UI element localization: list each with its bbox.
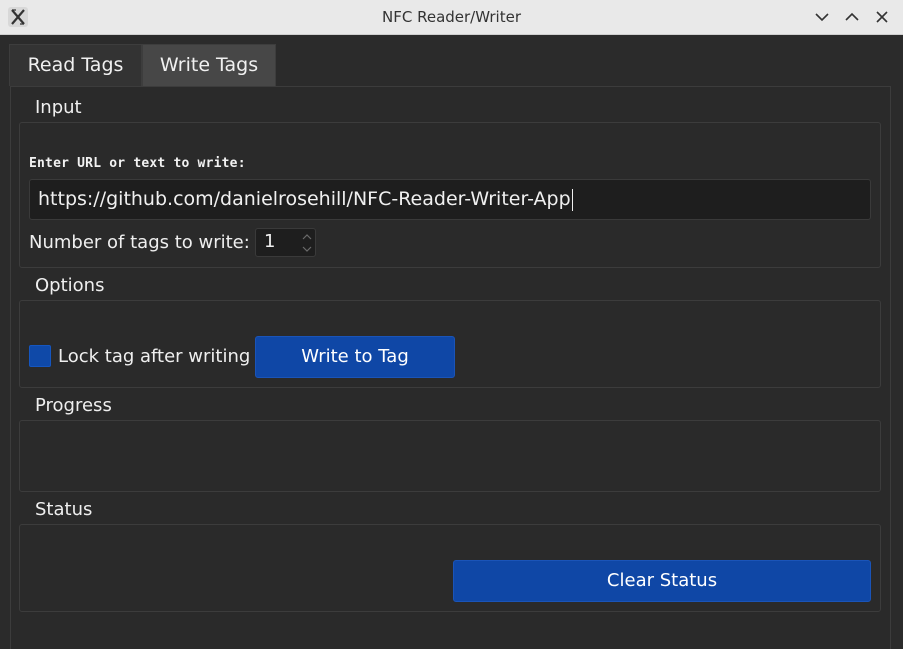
chevron-up-icon[interactable] xyxy=(843,8,861,26)
write-to-tag-button[interactable]: Write to Tag xyxy=(255,336,455,378)
progress-group-title: Progress xyxy=(35,395,112,416)
tag-count-value: 1 xyxy=(264,231,276,252)
clear-status-button[interactable]: Clear Status xyxy=(453,560,871,602)
url-prompt-label: Enter URL or text to write: xyxy=(29,156,246,171)
options-group-title: Options xyxy=(35,275,105,296)
status-group-title: Status xyxy=(35,499,93,520)
tag-count-spinbox[interactable]: 1 xyxy=(255,228,316,257)
title-bar: NFC Reader/Writer xyxy=(0,0,903,35)
tag-count-label: Number of tags to write: xyxy=(29,232,250,253)
url-input-value: https://github.com/danielrosehill/NFC-Re… xyxy=(38,188,571,210)
tab-write-tags[interactable]: Write Tags xyxy=(142,44,276,86)
lock-tag-label[interactable]: Lock tag after writing xyxy=(58,346,250,367)
window-title: NFC Reader/Writer xyxy=(382,8,521,26)
spin-down-icon[interactable] xyxy=(300,243,314,256)
spin-up-icon[interactable] xyxy=(300,230,314,243)
chevron-down-icon[interactable] xyxy=(813,8,831,26)
url-input[interactable]: https://github.com/danielrosehill/NFC-Re… xyxy=(29,179,871,220)
input-group-title: Input xyxy=(35,97,82,118)
text-caret xyxy=(571,188,573,211)
progress-group-box xyxy=(19,420,881,492)
close-icon[interactable] xyxy=(873,8,891,26)
lock-tag-checkbox[interactable] xyxy=(29,345,51,367)
tab-read-tags[interactable]: Read Tags xyxy=(9,44,142,86)
